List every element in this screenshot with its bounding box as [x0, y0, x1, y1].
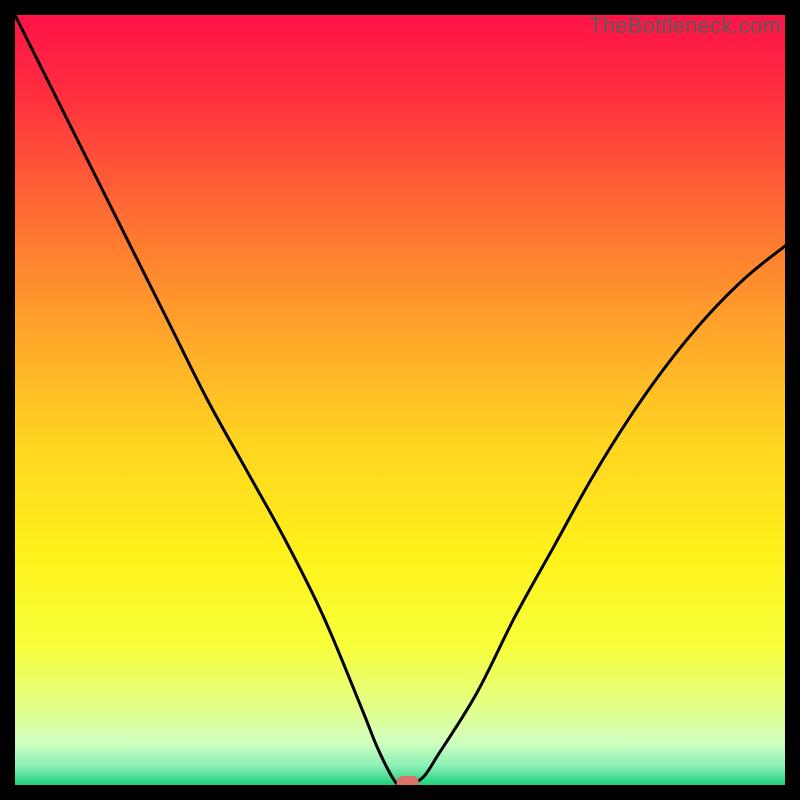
bottleneck-chart	[15, 15, 785, 785]
watermark-text: TheBottleneck.com	[589, 13, 781, 39]
optimal-marker	[397, 776, 419, 785]
chart-background	[15, 15, 785, 785]
chart-frame: TheBottleneck.com	[15, 15, 785, 785]
